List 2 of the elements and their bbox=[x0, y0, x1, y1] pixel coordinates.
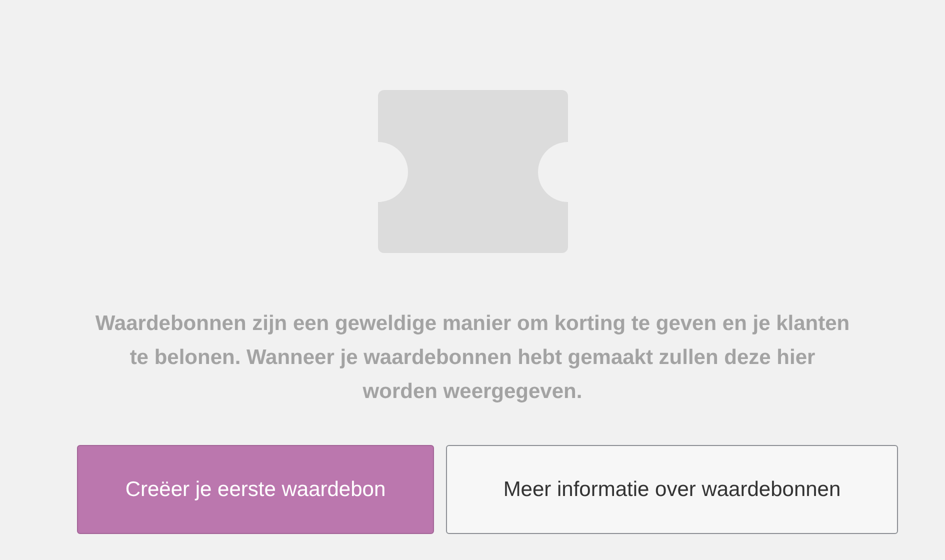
learn-more-button[interactable]: Meer informatie over waardebonnen bbox=[446, 445, 898, 534]
empty-state-message: Waardebonnen zijn een geweldige manier om korting te geven en je klanten te belonen. Wanneer je waardebonnen hebt gemaakt zullen deze hier worden weergegeven. bbox=[94, 311, 851, 405]
